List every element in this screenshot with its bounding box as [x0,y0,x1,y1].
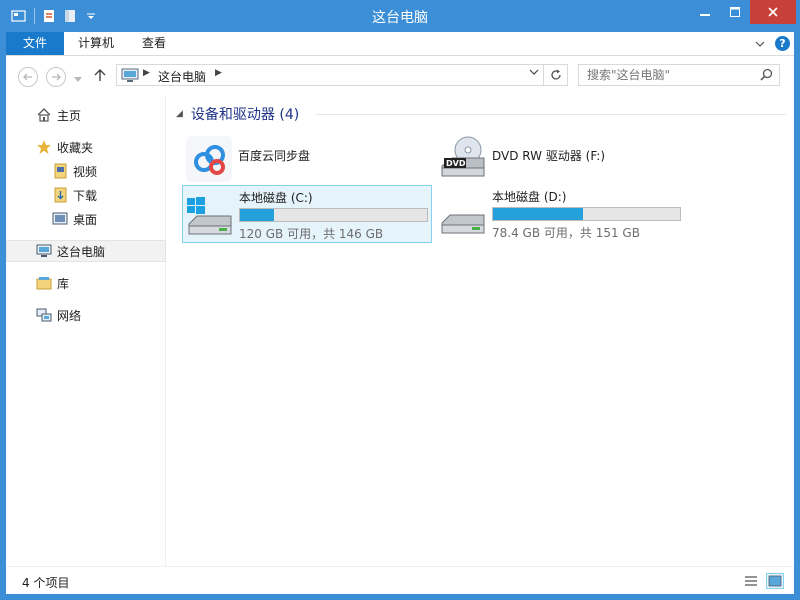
sidebar-item-home[interactable]: 主页 [6,104,166,126]
sidebar-item-label: 网络 [57,308,82,323]
sidebar-item-label: 收藏夹 [57,140,94,155]
tab-computer[interactable]: 计算机 [64,32,128,55]
sidebar-item-desktop[interactable]: 桌面 [6,208,166,230]
ribbon-right-controls: ? [755,36,790,51]
drive-usage-fill [240,209,274,221]
file-view: ◢ 设备和驱动器 (4) 百度云同步盘 DVD DVD RW 驱动器 (F:) [166,96,794,566]
downloads-folder-icon [52,187,68,203]
up-arrow-icon[interactable] [94,68,106,85]
window-title: 这台电脑 [372,10,428,26]
main-area: 主页 收藏夹 视频 下载 桌面 这台电脑 库 网络 ◢ 设备和驱动器 (4) 百… [6,96,794,566]
device-name: DVD RW 驱动器 (F:) [492,149,606,163]
view-buttons [736,573,784,589]
device-tile-dvd[interactable]: DVD DVD RW 驱动器 (F:) [436,130,686,188]
close-button[interactable] [750,0,796,24]
drive-usage-text: 120 GB 可用，共 146 GB [239,227,384,241]
tab-view[interactable]: 查看 [128,32,180,55]
this-pc-mini-icon [121,68,139,87]
group-divider [316,114,786,115]
sidebar-item-label: 视频 [73,164,98,179]
navigation-bar: ▶ 这台电脑 ▶ [6,56,794,96]
star-icon [36,139,52,155]
search-icon[interactable] [760,68,773,84]
hard-drive-icon [438,189,488,239]
sidebar-item-label: 库 [57,276,70,291]
sidebar-item-label: 这台电脑 [57,244,106,259]
breadcrumb-this-pc[interactable]: 这台电脑 [158,68,206,85]
sidebar-item-favorites[interactable]: 收藏夹 [6,136,166,158]
drive-usage-bar [239,208,428,222]
libraries-icon [36,275,52,291]
windows-drive-icon [185,190,235,240]
sidebar-item-videos[interactable]: 视频 [6,160,166,182]
forward-button[interactable] [46,67,66,87]
breadcrumb-separator-icon[interactable]: ▶ [143,68,150,78]
dvd-drive-icon: DVD [438,134,488,184]
search-box [578,64,780,86]
videos-folder-icon [52,163,68,179]
large-icons-view-button[interactable] [766,573,784,589]
maximize-button[interactable] [720,0,750,24]
tab-file[interactable]: 文件 [6,32,64,55]
device-name: 本地磁盘 (D:) [492,190,567,204]
collapse-triangle-icon[interactable]: ◢ [176,109,183,119]
device-tile-drive-d[interactable]: 本地磁盘 (D:) 78.4 GB 可用，共 151 GB [436,185,686,243]
item-count: 4 个项目 [22,576,70,590]
sidebar-item-label: 下载 [73,188,98,203]
device-name: 本地磁盘 (C:) [239,191,313,205]
title-bar: 这台电脑 [0,0,800,32]
network-icon [36,307,52,323]
breadcrumb-chevron-icon[interactable]: ▶ [215,68,222,78]
refresh-button[interactable] [544,64,568,86]
svg-text:DVD: DVD [446,159,466,168]
drive-usage-fill [493,208,583,220]
group-title: 设备和驱动器 (4) [190,107,300,123]
status-bar: 4 个项目 [6,566,794,594]
back-button[interactable] [18,67,38,87]
drive-usage-text: 78.4 GB 可用，共 151 GB [492,226,640,240]
device-tile-drive-c[interactable]: 本地磁盘 (C:) 120 GB 可用，共 146 GB [182,185,432,243]
window-controls [690,0,796,24]
recent-locations-icon[interactable] [74,72,82,86]
address-bar[interactable]: ▶ 这台电脑 ▶ [116,64,544,86]
address-dropdown-icon[interactable] [529,68,539,79]
navigation-pane: 主页 收藏夹 视频 下载 桌面 这台电脑 库 网络 [6,96,166,566]
sidebar-item-libraries[interactable]: 库 [6,272,166,294]
baidu-cloud-icon [184,134,234,184]
help-icon[interactable]: ? [775,36,790,51]
details-view-button[interactable] [742,573,760,589]
desktop-icon [52,211,68,227]
ribbon-tabs: 文件 计算机 查看 ? [6,32,794,56]
group-header-devices[interactable]: ◢ 设备和驱动器 (4) [176,104,299,124]
device-name: 百度云同步盘 [238,149,311,163]
drive-usage-bar [492,207,681,221]
sidebar-item-label: 桌面 [73,212,98,227]
sidebar-item-this-pc[interactable]: 这台电脑 [6,240,166,262]
explorer-window: 这台电脑 文件 计算机 查看 ? ▶ 这台电脑 ▶ 搜索"这台电脑" 主页 收藏… [0,0,800,600]
minimize-button[interactable] [690,0,720,24]
sidebar-item-downloads[interactable]: 下载 [6,184,166,206]
expand-ribbon-icon[interactable] [755,37,765,51]
sidebar-item-label: 主页 [57,108,82,123]
device-tile-baidu[interactable]: 百度云同步盘 [182,130,432,188]
search-input[interactable] [579,65,749,85]
sidebar-item-network[interactable]: 网络 [6,304,166,326]
this-pc-icon [36,243,52,259]
home-icon [36,107,52,123]
